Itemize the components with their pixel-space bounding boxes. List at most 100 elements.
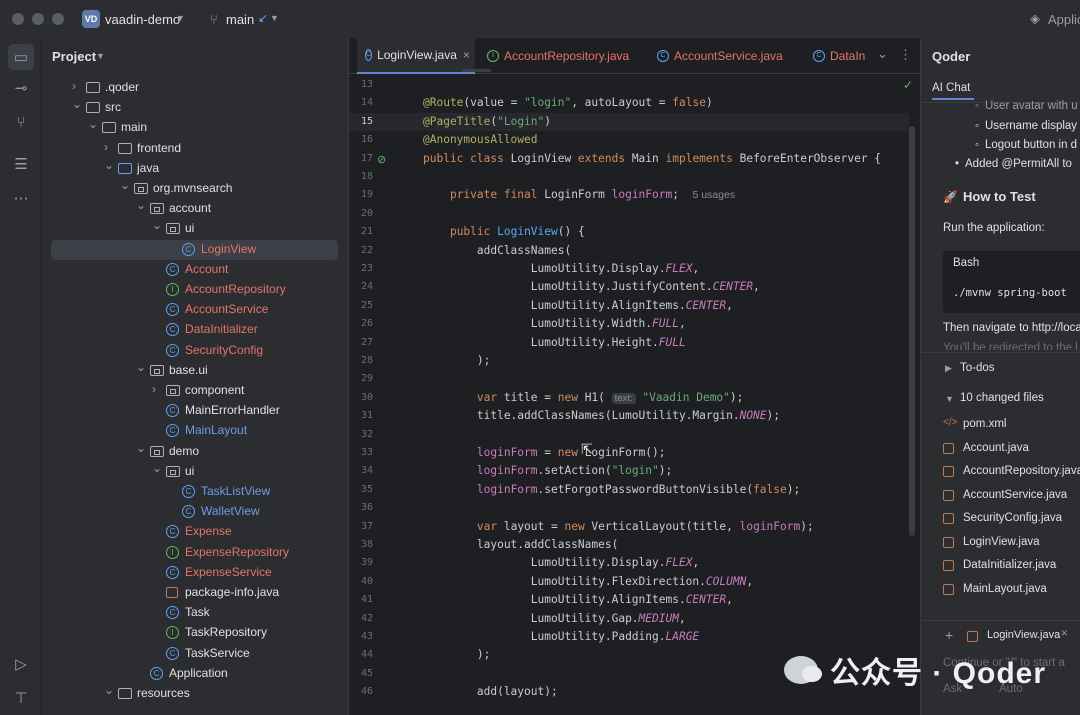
code-line[interactable]: LumoUtility.AlignItems.CENTER,: [423, 297, 733, 315]
tree-item[interactable]: ⌄ ui: [42, 461, 348, 482]
code-line[interactable]: LumoUtility.Width.FULL,: [423, 315, 686, 333]
more-icon[interactable]: ⋮: [899, 47, 912, 63]
code-line[interactable]: loginForm = new LoginForm();: [423, 444, 666, 462]
tree-item[interactable]: › frontend: [42, 139, 348, 159]
editor-tab[interactable]: C AccountService.java: [649, 38, 797, 74]
tree-item[interactable]: ⌄ src: [42, 97, 348, 118]
tree-item[interactable]: ⌄ ui: [42, 218, 348, 239]
tree-item[interactable]: C Task: [42, 603, 348, 623]
zoom-window-button[interactable]: [52, 13, 64, 25]
code-line[interactable]: var layout = new VerticalLayout(title, l…: [423, 518, 814, 536]
chevron-right-icon[interactable]: ▶: [945, 363, 952, 374]
chevron-down-icon[interactable]: ⌄: [152, 461, 162, 475]
project-panel-title[interactable]: Project: [52, 49, 96, 64]
tree-item[interactable]: C LoginView: [51, 239, 338, 260]
tree-item[interactable]: C ExpenseService: [42, 563, 348, 583]
code-line[interactable]: @PageTitle("Login"): [423, 113, 551, 131]
chevron-down-icon[interactable]: ⌄: [120, 178, 130, 192]
tree-item[interactable]: C AccountService: [42, 300, 348, 320]
code-line[interactable]: );: [423, 646, 490, 664]
close-icon[interactable]: ×: [1061, 628, 1068, 640]
tree-item[interactable]: ⌄ main: [42, 117, 348, 138]
code-line[interactable]: layout.addClassNames(: [423, 536, 618, 554]
chevron-down-icon[interactable]: ⌄: [104, 158, 114, 172]
chevron-down-icon[interactable]: ⌄: [136, 198, 146, 212]
editor-scrollbar[interactable]: [909, 126, 915, 536]
chevron-right-icon[interactable]: ›: [72, 79, 82, 93]
tree-item[interactable]: › component: [42, 381, 348, 401]
terminal-icon[interactable]: ⊤: [11, 688, 31, 708]
changed-files-toggle[interactable]: 10 changed files: [960, 392, 1044, 404]
tree-item[interactable]: C Expense: [42, 522, 348, 542]
tree-item[interactable]: C MainLayout: [42, 421, 348, 441]
code-line[interactable]: LumoUtility.AlignItems.CENTER,: [423, 591, 733, 609]
pull-request-icon[interactable]: ⑂: [11, 112, 31, 132]
structure-icon[interactable]: ☰: [11, 154, 31, 174]
run-config-icon[interactable]: ◈: [1030, 11, 1040, 27]
code-line[interactable]: var title = new H1( text: "Vaadin Demo")…: [423, 389, 743, 407]
todos-toggle[interactable]: To-dos: [960, 362, 995, 374]
tree-item[interactable]: C TaskListView: [42, 482, 348, 502]
tabs-overflow-icon[interactable]: ⌄: [877, 46, 888, 62]
tree-item[interactable]: ⌄ org.mvnsearch: [42, 178, 348, 199]
tree-item[interactable]: ⌄ base.ui: [42, 360, 348, 381]
code-line[interactable]: public LoginView() {: [423, 223, 585, 241]
code-line[interactable]: title.addClassNames(LumoUtility.Margin.N…: [423, 407, 780, 425]
tree-item[interactable]: C SecurityConfig: [42, 341, 348, 361]
chevron-right-icon[interactable]: ›: [152, 382, 162, 396]
code-line[interactable]: public class LoginView extends Main impl…: [423, 150, 881, 168]
run-configuration[interactable]: Applic: [1048, 12, 1080, 27]
code-line[interactable]: addClassNames(: [423, 242, 571, 260]
tree-item[interactable]: C DataInitializer: [42, 320, 348, 340]
code-line[interactable]: loginForm.setAction("login");: [423, 462, 672, 480]
tree-item[interactable]: C TaskService: [42, 644, 348, 664]
editor-tab[interactable]: C LoginView.java ×: [357, 38, 475, 74]
code-line[interactable]: private final LoginForm loginForm; 5 usa…: [423, 186, 735, 204]
code-line[interactable]: loginForm.setForgotPasswordButtonVisible…: [423, 481, 800, 499]
drag-handle[interactable]: [461, 69, 491, 72]
code-line[interactable]: @Route(value = "login", autoLayout = fal…: [423, 94, 713, 112]
tree-item[interactable]: C Account: [42, 260, 348, 280]
commit-icon[interactable]: ⊸: [11, 78, 31, 98]
chevron-down-icon[interactable]: ⌄: [152, 218, 162, 232]
code-line[interactable]: LumoUtility.Display.FLEX,: [423, 260, 699, 278]
tree-item[interactable]: I TaskRepository: [42, 623, 348, 643]
tree-item[interactable]: ⌄ resources: [42, 683, 348, 704]
project-badge[interactable]: VD: [82, 10, 100, 28]
chevron-down-icon[interactable]: ▼: [270, 13, 279, 23]
code-line[interactable]: LumoUtility.Display.FLEX,: [423, 554, 699, 572]
tree-item[interactable]: I ExpenseRepository: [42, 543, 348, 563]
code-line[interactable]: );: [423, 352, 490, 370]
folder-icon[interactable]: ▭: [8, 44, 34, 70]
chevron-down-icon[interactable]: ⌄: [136, 360, 146, 374]
tree-item[interactable]: C Application: [42, 664, 348, 684]
tree-item[interactable]: C MainErrorHandler: [42, 401, 348, 421]
code-line[interactable]: LumoUtility.FlexDirection.COLUMN,: [423, 573, 753, 591]
code-line[interactable]: add(layout);: [423, 683, 558, 701]
tree-item[interactable]: ⌄ account: [42, 198, 348, 219]
minimize-window-button[interactable]: [32, 13, 44, 25]
chevron-right-icon[interactable]: ›: [104, 140, 114, 154]
tree-item[interactable]: package-info.java: [42, 583, 348, 603]
chevron-down-icon[interactable]: ▼: [176, 13, 185, 23]
run-icon[interactable]: ▷: [11, 654, 31, 674]
tree-item[interactable]: ⌄ demo: [42, 441, 348, 462]
editor-tab[interactable]: I AccountRepository.java: [479, 38, 639, 74]
tree-item[interactable]: I AccountRepository: [42, 280, 348, 300]
add-context-icon[interactable]: +: [945, 627, 953, 643]
chevron-down-icon[interactable]: ▼: [945, 394, 954, 404]
close-window-button[interactable]: [12, 13, 24, 25]
context-chip[interactable]: LoginView.java: [987, 629, 1060, 641]
tree-item[interactable]: C WalletView: [42, 502, 348, 522]
chevron-down-icon[interactable]: ⌄: [88, 117, 98, 131]
branch-name[interactable]: main: [226, 12, 254, 27]
code-line[interactable]: @AnonymousAllowed: [423, 131, 538, 149]
project-name[interactable]: vaadin-demo: [105, 12, 180, 27]
code-line[interactable]: LumoUtility.Height.FULL: [423, 334, 686, 352]
chevron-down-icon[interactable]: ▼: [96, 51, 105, 61]
code-line[interactable]: LumoUtility.JustifyContent.CENTER,: [423, 278, 760, 296]
editor-tab[interactable]: C DataIn: [805, 38, 875, 74]
code-line[interactable]: LumoUtility.Gap.MEDIUM,: [423, 610, 686, 628]
chevron-down-icon[interactable]: ⌄: [136, 441, 146, 455]
code-line[interactable]: LumoUtility.Padding.LARGE: [423, 628, 699, 646]
